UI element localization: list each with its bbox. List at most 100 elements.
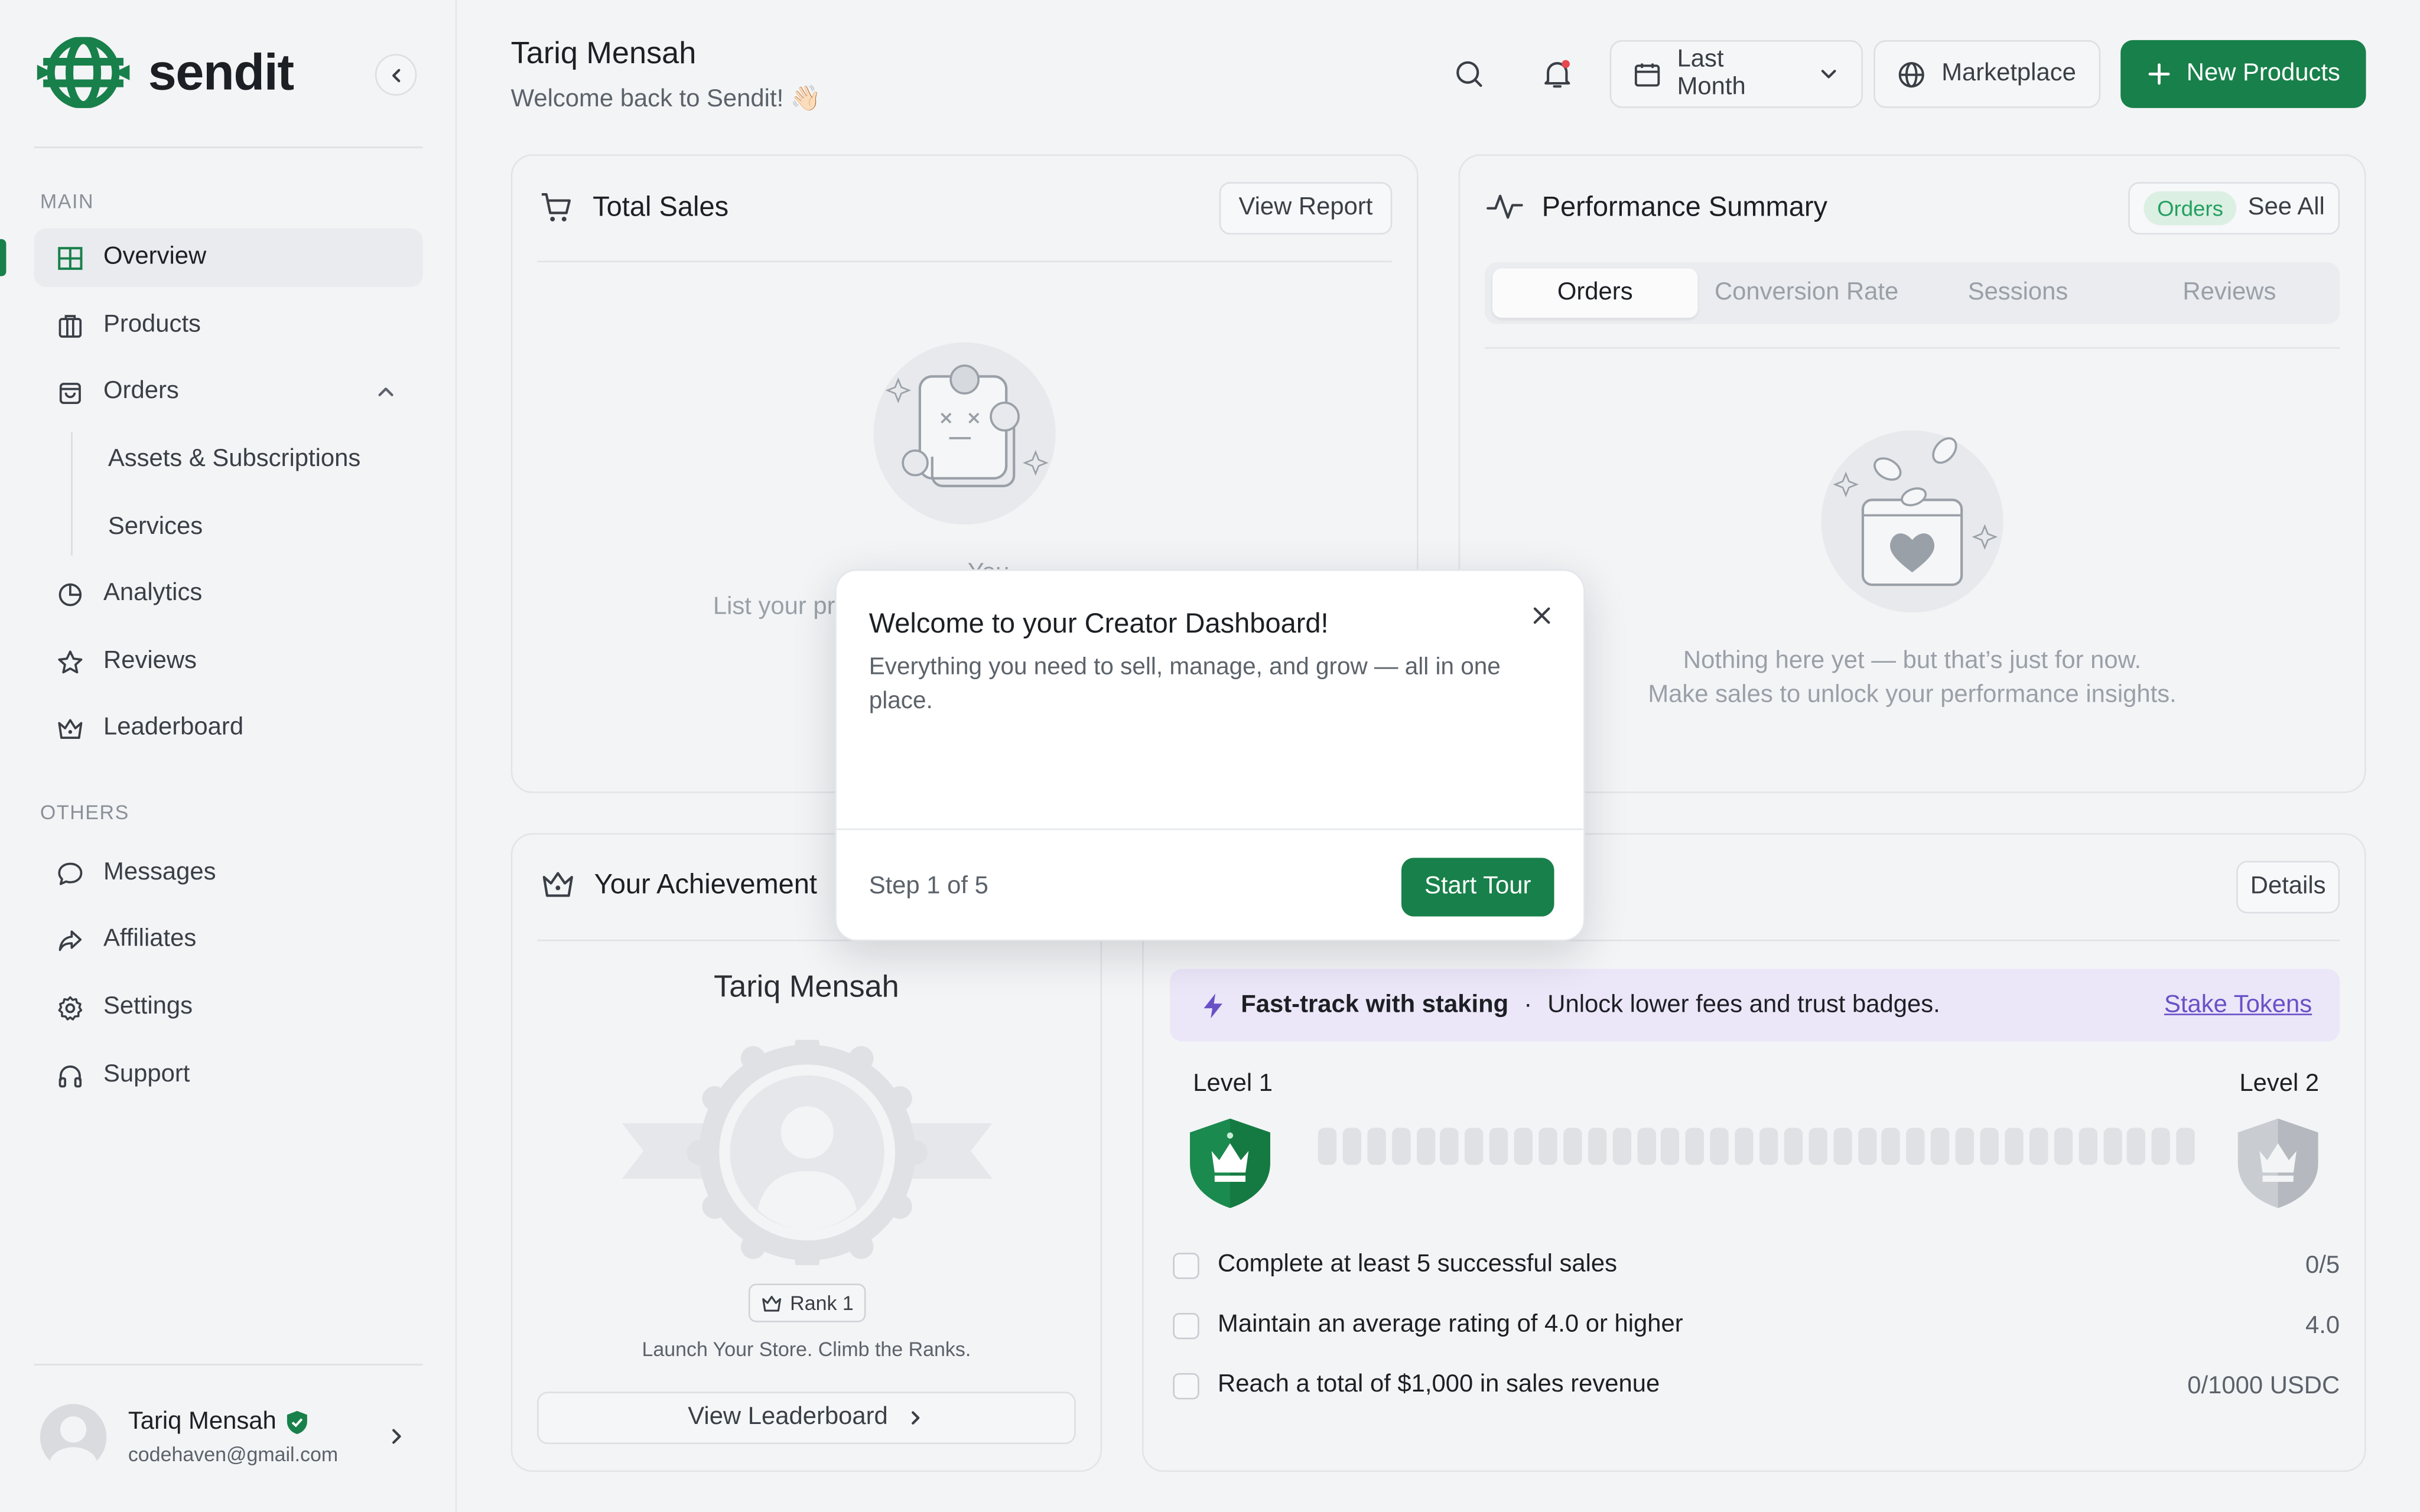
empty-line-2: Make sales to unlock your performance in… [1648,682,2177,709]
achievement-header: Your Achievement [540,867,817,902]
modal-title: Welcome to your Creator Dashboard! [869,608,1329,639]
app-root: sendit MAIN Overview Products Orders Ass… [0,0,2420,1512]
page-title: Tariq Mensah [510,37,697,71]
progress-segment [1784,1128,1803,1165]
activity-pulse-icon [1487,194,1523,219]
task-checkbox[interactable] [1173,1252,1199,1279]
gear-icon [58,995,83,1020]
chevron-right-icon[interactable] [386,1426,408,1448]
progress-segment [1833,1128,1852,1165]
task-value: 0/1000 USDC [2187,1373,2340,1400]
tab-conversion-rate[interactable]: Conversion Rate [1704,269,1909,318]
collapse-sidebar-button[interactable] [375,54,417,96]
progress-segment [2152,1128,2171,1165]
sidebar-item-messages[interactable]: Messages [34,844,422,902]
progress-segment [1907,1128,1925,1165]
brand-name: sendit [148,43,294,100]
box-icon [58,314,82,337]
crown-icon [542,872,573,897]
start-tour-button[interactable]: Start Tour [1401,858,1554,917]
sidebar-item-products[interactable]: Products [34,296,422,355]
achievement-tagline: Launch Your Store. Climb the Ranks. [642,1337,971,1361]
globe-logo-icon [37,37,130,108]
sidebar-subitem-assets-subscriptions[interactable]: Assets & Subscriptions [108,446,360,474]
sidebar-item-support[interactable]: Support [34,1046,422,1104]
progress-segment [2127,1128,2146,1165]
stake-separator: · [1524,991,1533,1018]
divider [34,1364,423,1366]
rank-badge: Rank 1 [748,1283,866,1322]
sidebar-item-orders[interactable]: Orders [34,363,422,421]
level-1-shield-icon [1190,1118,1270,1208]
notifications-button[interactable] [1538,56,1576,93]
calendar-icon [1634,63,1660,86]
view-leaderboard-button[interactable]: View Leaderboard [537,1392,1076,1445]
divider [1484,347,2340,349]
section-label-main: MAIN [40,190,95,213]
progress-segment [1514,1128,1533,1165]
sidebar-subitem-services[interactable]: Services [108,514,203,542]
details-button[interactable]: Details [2236,861,2340,914]
sidebar-item-reviews[interactable]: Reviews [34,633,422,691]
performance-header: Performance Summary [1487,190,1827,223]
marketplace-button[interactable]: Marketplace [1873,40,2101,108]
empty-coin-box-illustration-icon [1821,430,2003,613]
headphones-icon [58,1064,82,1087]
stake-tokens-link[interactable]: Stake Tokens [2164,991,2312,1019]
task-checkbox[interactable] [1173,1372,1199,1399]
see-all-button[interactable]: Orders See All [2128,182,2340,235]
profile-email: codehaven@gmail.com [128,1442,339,1466]
verified-shield-icon [287,1410,307,1435]
level-2-shield-icon [2237,1118,2318,1208]
period-dropdown[interactable]: Last Month [1609,40,1863,108]
chevron-up-icon[interactable] [375,381,397,403]
progress-segment [1440,1128,1459,1165]
card-title: Your Achievement [594,868,818,900]
progress-segment [1588,1128,1606,1165]
brand[interactable]: sendit [37,37,294,108]
progress-segment [1710,1128,1729,1165]
staking-banner: Fast-track with staking · Unlock lower f… [1170,969,2340,1042]
sidebar-item-label: Analytics [103,580,203,607]
progress-segment [1956,1128,1975,1165]
globe-icon [1898,61,1924,87]
tab-reviews[interactable]: Reviews [2127,269,2332,318]
sidebar-item-analytics[interactable]: Analytics [34,565,422,623]
close-icon[interactable] [1531,605,1553,627]
progress-segment [1759,1128,1778,1165]
empty-state-text: Nothing here yet — but that’s just for n… [1459,645,2366,713]
view-report-button[interactable]: View Report [1219,182,1393,235]
cart-icon [541,193,571,221]
sidebar-item-label: Affiliates [103,926,197,952]
active-indicator [0,239,6,276]
task-value: 0/5 [2305,1253,2340,1279]
sidebar: sendit MAIN Overview Products Orders Ass… [0,0,457,1512]
task-label: Reach a total of $1,000 in sales revenue [1218,1371,1660,1398]
user-profile[interactable]: Tariq Mensah codehaven@gmail.com [40,1404,339,1471]
sidebar-item-settings[interactable]: Settings [34,978,422,1037]
sidebar-item-leaderboard[interactable]: Leaderboard [34,699,422,757]
task-value: 4.0 [2305,1313,2340,1340]
task-checkbox[interactable] [1173,1312,1199,1339]
progress-segment [1686,1128,1705,1165]
bag-icon [59,382,81,403]
sidebar-item-label: Messages [103,859,216,886]
progress-segment [2005,1128,2024,1165]
profile-name: Tariq Mensah [128,1408,277,1435]
welcome-tour-modal: Welcome to your Creator Dashboard! Every… [835,569,1585,941]
sidebar-item-overview[interactable]: Overview [34,228,423,287]
tab-orders[interactable]: Orders [1492,268,1698,318]
tab-sessions[interactable]: Sessions [1915,269,2120,318]
sidebar-item-label: Leaderboard [103,714,244,741]
new-products-label: New Products [2186,60,2340,87]
search-button[interactable] [1451,56,1488,93]
lightning-icon [1204,992,1222,1018]
rank-badge-illustration-icon [622,1040,993,1266]
progress-segment [1367,1128,1386,1165]
sidebar-item-affiliates[interactable]: Affiliates [34,910,422,969]
task-label: Complete at least 5 successful sales [1218,1251,1618,1278]
card-title: Performance Summary [1541,190,1828,221]
card-title: Total Sales [593,191,729,223]
new-products-button[interactable]: New Products [2120,40,2366,108]
stake-title: Fast-track with staking [1241,991,1509,1018]
